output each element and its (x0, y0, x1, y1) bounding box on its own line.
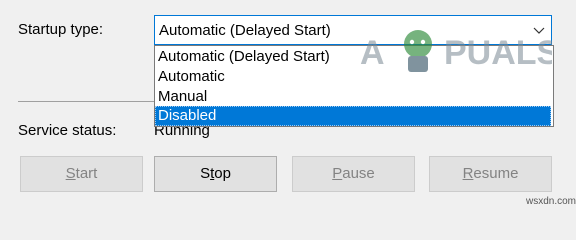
pause-button[interactable]: Pause (292, 156, 415, 192)
start-button[interactable]: Start (20, 156, 143, 192)
svg-text:PUALS: PUALS (444, 34, 552, 72)
service-status-label: Service status: (18, 122, 117, 139)
startup-type-selected-value: Automatic (Delayed Start) (159, 22, 331, 39)
option-manual[interactable]: Manual (155, 87, 551, 107)
option-disabled[interactable]: Disabled (155, 106, 551, 126)
startup-type-label: Startup type: (18, 21, 104, 38)
section-divider (18, 101, 154, 102)
stop-button[interactable]: Stop (154, 156, 277, 192)
site-watermark: wsxdn.com (526, 196, 576, 207)
resume-button[interactable]: Resume (429, 156, 552, 192)
svg-text:A: A (360, 34, 385, 72)
appuals-logo: A PUALS (360, 30, 552, 72)
